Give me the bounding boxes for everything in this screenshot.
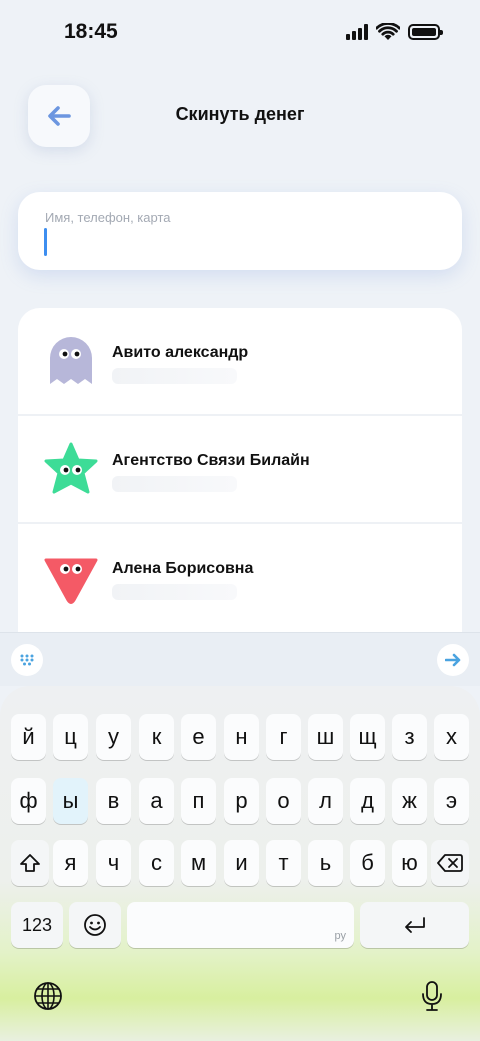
status-time: 18:45 xyxy=(64,20,118,43)
space-language-label: ру xyxy=(334,930,347,942)
wifi-icon xyxy=(376,23,400,40)
keyboard-toolbar xyxy=(0,632,480,686)
key[interactable]: с xyxy=(139,840,174,886)
return-icon xyxy=(404,917,425,933)
key[interactable]: щ xyxy=(350,714,385,760)
battery-icon xyxy=(408,24,443,40)
emoji-icon xyxy=(84,914,106,936)
key[interactable]: н xyxy=(224,714,259,760)
contact-name: Агентство Связи Билайн xyxy=(112,452,310,469)
emoji-key[interactable] xyxy=(69,902,121,948)
backspace-icon xyxy=(437,854,463,872)
numbers-key[interactable]: 123 xyxy=(11,902,63,948)
contact-details-placeholder xyxy=(112,368,237,384)
search-input[interactable]: Имя, телефон, карта xyxy=(18,192,462,270)
key[interactable]: р xyxy=(224,778,259,824)
text-cursor xyxy=(44,228,47,256)
microphone-icon[interactable] xyxy=(414,976,450,1016)
next-button[interactable] xyxy=(437,644,469,676)
key[interactable]: з xyxy=(392,714,427,760)
status-bar: 18:45 xyxy=(0,0,480,64)
key[interactable]: а xyxy=(139,778,174,824)
contacts-list: Авито александр Агентство Связи Билайн А… xyxy=(18,308,462,668)
return-key[interactable] xyxy=(360,902,469,948)
key[interactable]: п xyxy=(181,778,216,824)
search-placeholder: Имя, телефон, карта xyxy=(45,210,171,225)
ghost-avatar-icon xyxy=(50,337,92,384)
contact-row[interactable]: Алена Борисовна xyxy=(18,524,462,632)
keypad-toggle-button[interactable] xyxy=(11,644,43,676)
key[interactable]: э xyxy=(434,778,469,824)
contact-details-placeholder xyxy=(112,476,237,492)
key[interactable]: х xyxy=(434,714,469,760)
key[interactable]: я xyxy=(53,840,88,886)
backspace-key[interactable] xyxy=(431,840,469,886)
key[interactable]: т xyxy=(266,840,301,886)
shift-key[interactable] xyxy=(11,840,49,886)
key[interactable]: к xyxy=(139,714,174,760)
keypad-grid-icon xyxy=(20,654,34,666)
key[interactable]: ш xyxy=(308,714,343,760)
contact-name: Авито александр xyxy=(112,344,249,361)
globe-icon[interactable] xyxy=(30,978,66,1014)
key[interactable]: д xyxy=(350,778,385,824)
key[interactable]: и xyxy=(224,840,259,886)
space-key[interactable]: ру xyxy=(127,902,354,948)
key[interactable]: ч xyxy=(96,840,131,886)
key[interactable]: в xyxy=(96,778,131,824)
keyboard: й ц у к е н г ш щ з х ф ы в а п р о л д … xyxy=(0,686,480,1041)
key[interactable]: ж xyxy=(392,778,427,824)
contact-row[interactable]: Агентство Связи Билайн xyxy=(18,416,462,524)
key[interactable]: ь xyxy=(308,840,343,886)
star-avatar-icon xyxy=(44,442,98,494)
key[interactable]: ц xyxy=(53,714,88,760)
key[interactable]: ю xyxy=(392,840,427,886)
contact-name: Алена Борисовна xyxy=(112,560,254,577)
shift-icon xyxy=(20,854,40,872)
contact-details-placeholder xyxy=(112,584,237,600)
key[interactable]: ы xyxy=(53,778,88,824)
key[interactable]: у xyxy=(96,714,131,760)
cellular-signal-icon xyxy=(346,24,368,40)
key[interactable]: л xyxy=(308,778,343,824)
key[interactable]: г xyxy=(266,714,301,760)
key[interactable]: о xyxy=(266,778,301,824)
arrow-right-icon xyxy=(445,653,461,667)
contact-row[interactable]: Авито александр xyxy=(18,308,462,416)
page-title: Скинуть денег xyxy=(175,104,305,124)
triangle-avatar-icon xyxy=(44,558,98,604)
key[interactable]: б xyxy=(350,840,385,886)
key[interactable]: м xyxy=(181,840,216,886)
key[interactable]: е xyxy=(181,714,216,760)
key[interactable]: ф xyxy=(11,778,46,824)
key[interactable]: й xyxy=(11,714,46,760)
status-icons xyxy=(346,23,443,41)
